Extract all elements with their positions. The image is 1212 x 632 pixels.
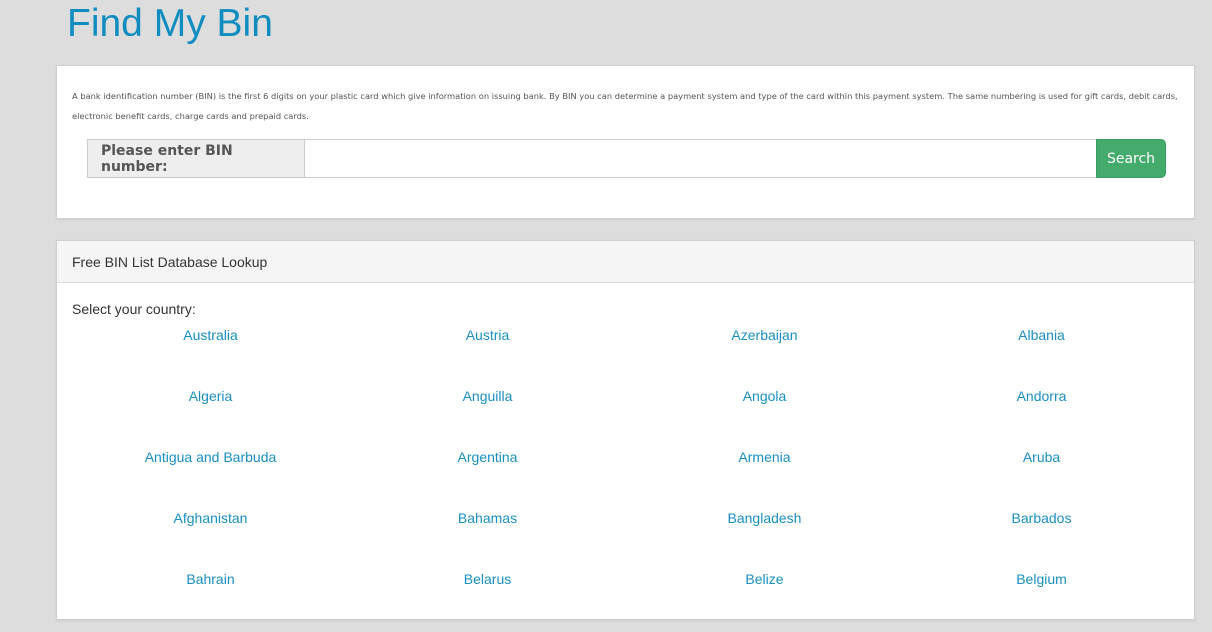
country-link[interactable]: Armenia (626, 449, 903, 510)
country-link[interactable]: Belarus (349, 571, 626, 632)
country-link[interactable]: Algeria (72, 388, 349, 449)
bin-search-form: Please enter BIN number: Search (87, 139, 1166, 178)
country-link[interactable]: Aruba (903, 449, 1180, 510)
bin-input-label: Please enter BIN number: (87, 139, 304, 178)
country-link[interactable]: Albania (903, 327, 1180, 388)
panel-heading: Free BIN List Database Lookup (57, 241, 1194, 283)
country-link[interactable]: Anguilla (349, 388, 626, 449)
country-link[interactable]: Bangladesh (626, 510, 903, 571)
country-link[interactable]: Azerbaijan (626, 327, 903, 388)
country-link[interactable]: Afghanistan (72, 510, 349, 571)
bin-description: A bank identification number (BIN) is th… (72, 91, 1178, 121)
country-link[interactable]: Belize (626, 571, 903, 632)
site-title: Find My Bin (67, 2, 273, 45)
country-link[interactable]: Bahamas (349, 510, 626, 571)
country-link[interactable]: Angola (626, 388, 903, 449)
country-link[interactable]: Argentina (349, 449, 626, 510)
country-link[interactable]: Andorra (903, 388, 1180, 449)
country-link[interactable]: Bahrain (72, 571, 349, 632)
country-link[interactable]: Belgium (903, 571, 1180, 632)
country-list: Australia Austria Azerbaijan Albania Alg… (72, 327, 1180, 632)
country-link[interactable]: Barbados (903, 510, 1180, 571)
country-link[interactable]: Australia (72, 327, 349, 388)
bin-input[interactable] (304, 139, 1096, 178)
search-panel: A bank identification number (BIN) is th… (56, 65, 1195, 219)
search-button[interactable]: Search (1096, 139, 1166, 178)
country-link[interactable]: Austria (349, 327, 626, 388)
countries-panel: Free BIN List Database Lookup Select you… (56, 240, 1195, 620)
country-link[interactable]: Antigua and Barbuda (72, 449, 349, 510)
select-country-label: Select your country: (72, 301, 196, 317)
